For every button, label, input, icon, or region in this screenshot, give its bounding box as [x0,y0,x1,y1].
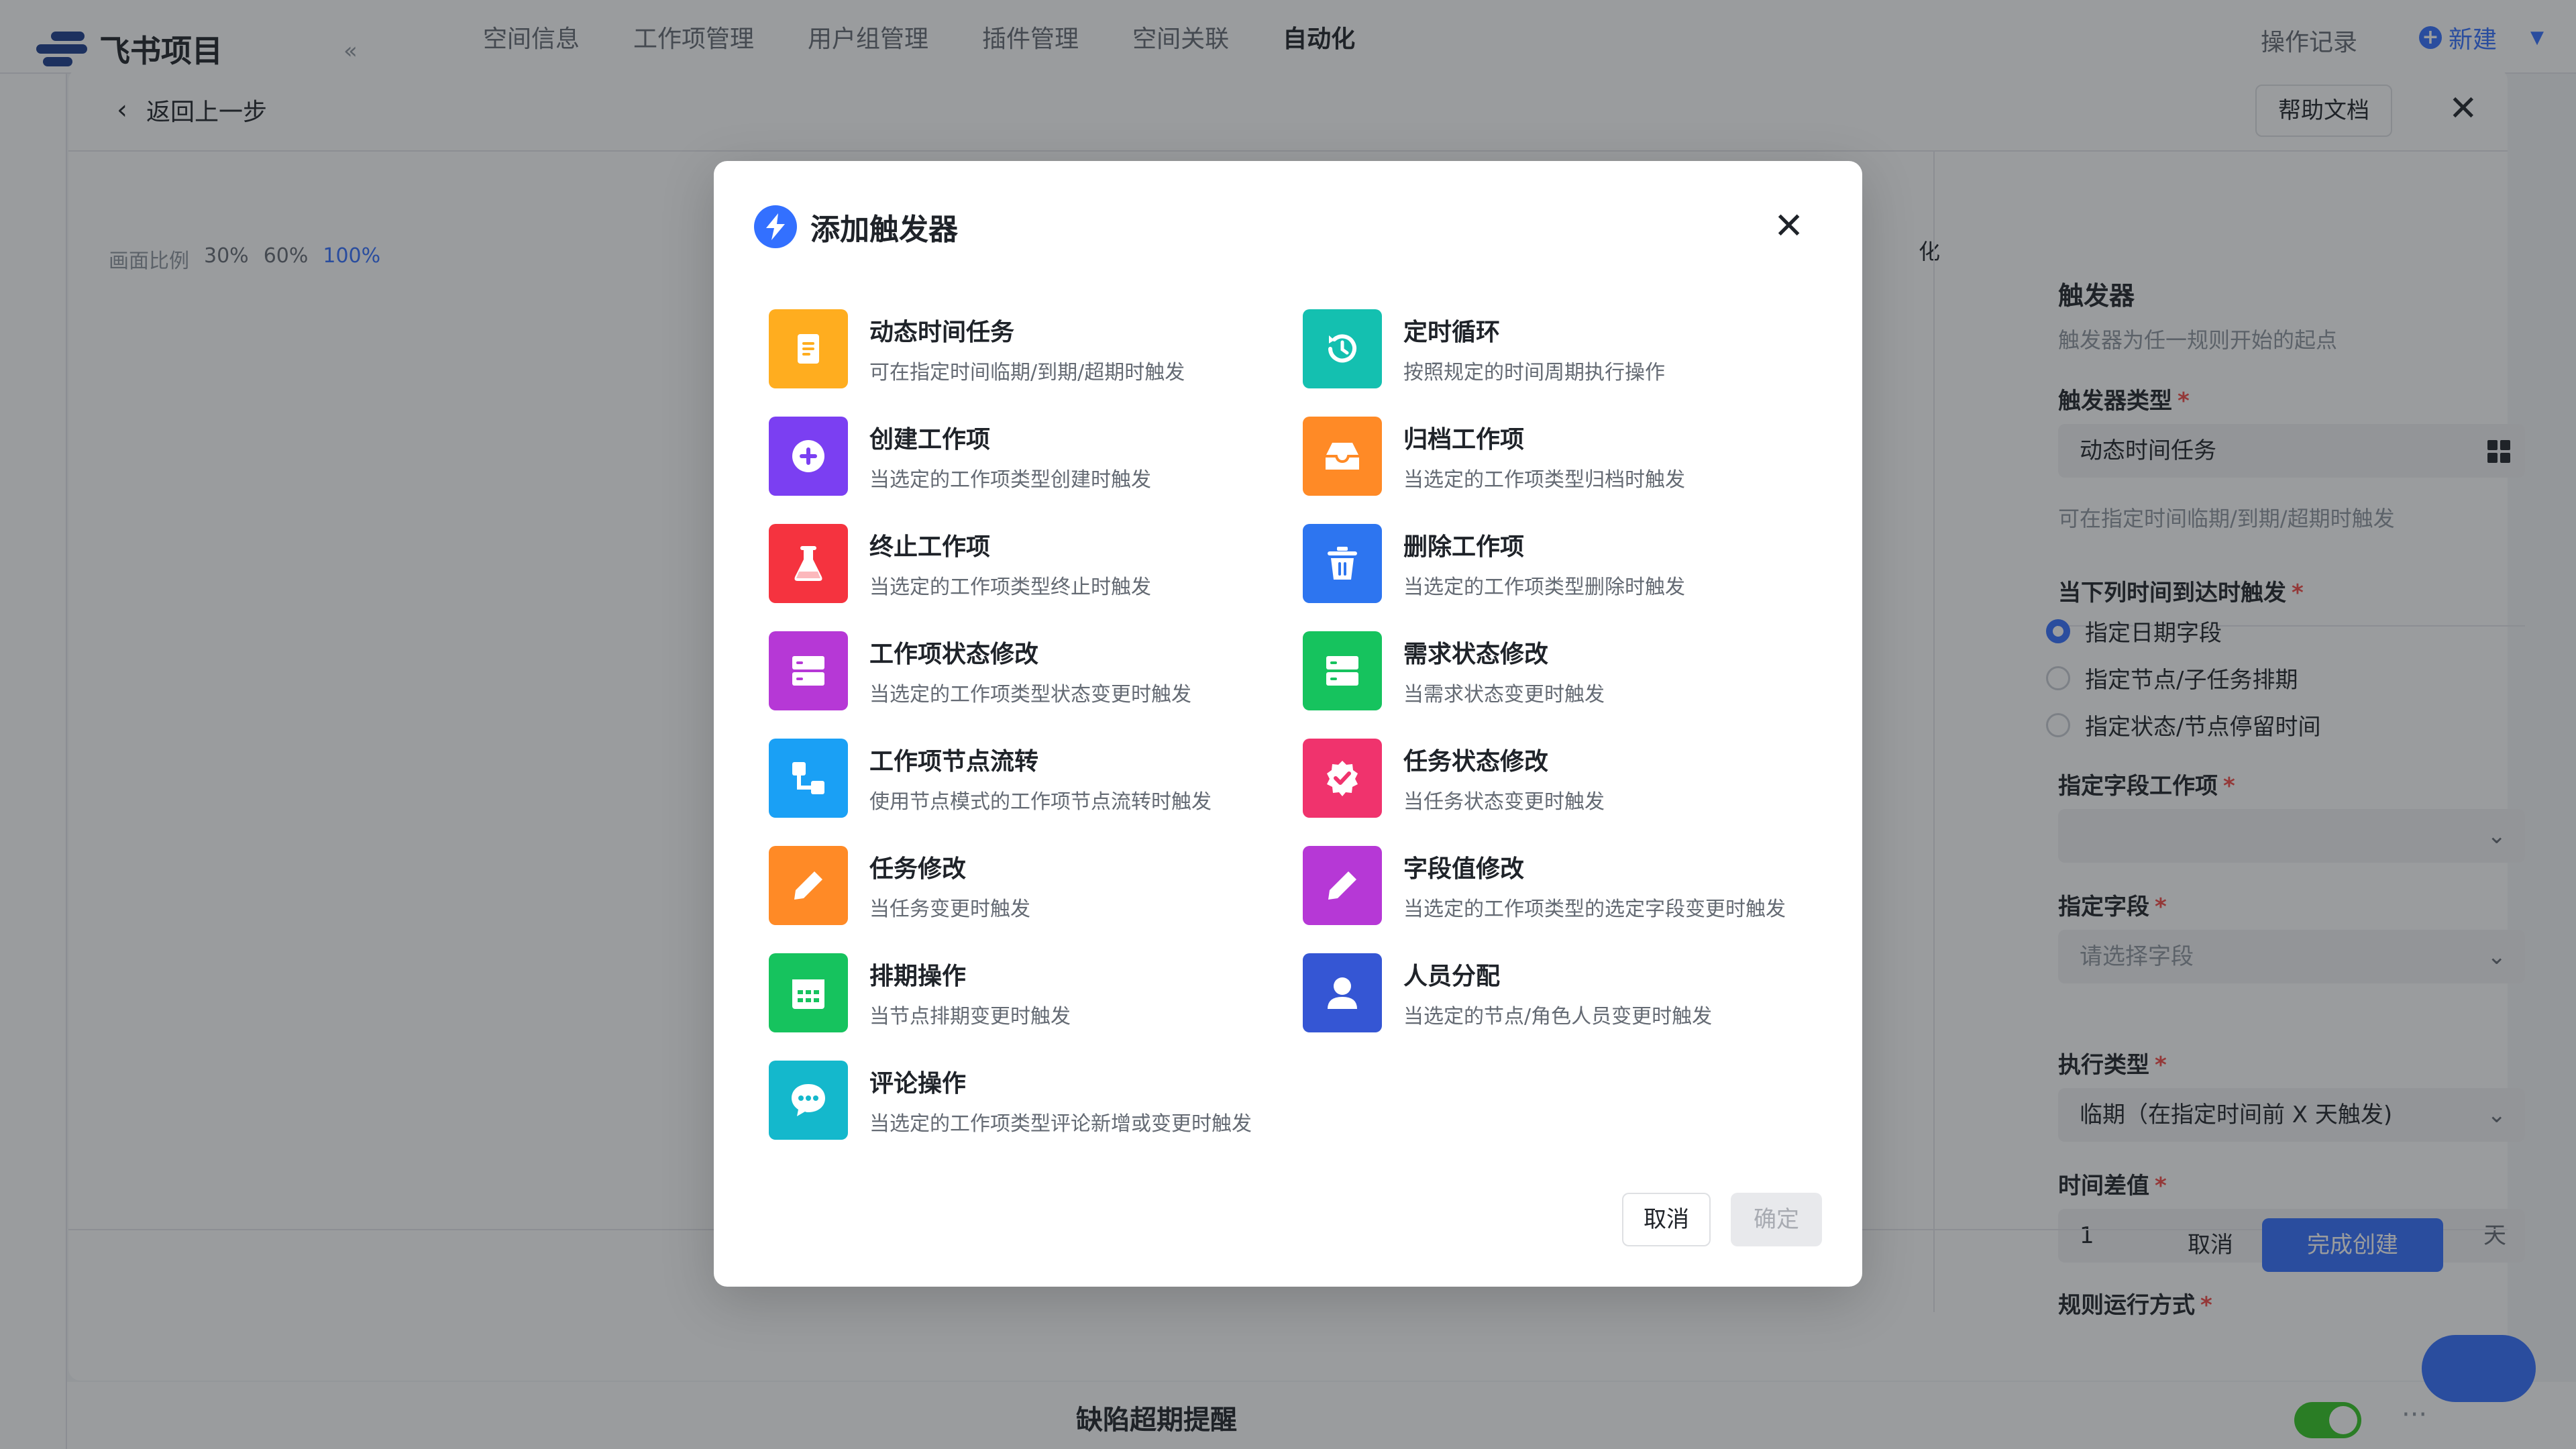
lightning-icon [754,205,797,248]
trigger-name: 排期操作 [869,963,967,990]
server-icon [769,631,848,710]
plus-circle-icon [769,417,848,496]
trigger-task-modify[interactable]: 任务修改当任务变更时触发 [769,845,1292,926]
trigger-schedule-op[interactable]: 排期操作当节点排期变更时触发 [769,953,1292,1033]
trigger-desc: 当需求状态变更时触发 [1403,683,1605,706]
trigger-desc: 当节点排期变更时触发 [869,1005,1071,1028]
trigger-desc: 当选定的工作项类型归档时触发 [1403,468,1685,492]
pencil-icon [1303,846,1382,925]
trigger-name: 评论操作 [869,1070,967,1097]
close-icon[interactable]: ✕ [1774,208,1804,244]
trigger-desc: 当选定的工作项类型删除时触发 [1403,576,1685,599]
trigger-name: 人员分配 [1403,963,1501,990]
trigger-name: 归档工作项 [1403,426,1525,453]
trigger-desc: 可在指定时间临期/到期/超期时触发 [869,361,1185,384]
dialog-title-text: 添加触发器 [810,213,958,247]
trigger-desc: 当任务状态变更时触发 [1403,790,1605,814]
server-icon [1303,631,1382,710]
trigger-desc: 使用节点模式的工作项节点流转时触发 [869,790,1212,814]
pencil-icon [769,846,848,925]
trigger-name: 工作项状态修改 [869,641,1039,668]
trigger-desc: 当选定的工作项类型状态变更时触发 [869,683,1191,706]
inbox-icon [1303,417,1382,496]
person-icon [1303,953,1382,1032]
calendar-icon [769,953,848,1032]
trigger-requirement-status-change[interactable]: 需求状态修改当需求状态变更时触发 [1303,631,1826,711]
trigger-person-assign[interactable]: 人员分配当选定的节点/角色人员变更时触发 [1303,953,1826,1033]
trigger-name: 任务状态修改 [1403,748,1549,775]
trigger-desc: 当选定的节点/角色人员变更时触发 [1403,1005,1713,1028]
trigger-name: 定时循环 [1403,319,1501,346]
trigger-task-status-change[interactable]: 任务状态修改当任务状态变更时触发 [1303,738,1826,818]
trigger-name: 任务修改 [869,855,967,883]
flow-icon [769,739,848,818]
flask-icon [769,524,848,603]
trash-icon [1303,524,1382,603]
trigger-desc: 当选定的工作项类型终止时触发 [869,576,1151,599]
trigger-node-flow[interactable]: 工作项节点流转使用节点模式的工作项节点流转时触发 [769,738,1292,818]
trigger-desc: 按照规定的时间周期执行操作 [1403,361,1665,384]
dialog-title: 添加触发器 [754,205,958,248]
trigger-name: 删除工作项 [1403,533,1525,561]
trigger-name: 动态时间任务 [869,319,1015,346]
dialog-cancel-button[interactable]: 取消 [1622,1193,1711,1246]
document-icon [769,309,848,388]
trigger-desc: 当选定的工作项类型评论新增或变更时触发 [869,1112,1252,1136]
trigger-create-item[interactable]: 创建工作项当选定的工作项类型创建时触发 [769,416,1292,496]
trigger-name: 工作项节点流转 [869,748,1039,775]
chat-icon [769,1061,848,1140]
trigger-name: 需求状态修改 [1403,641,1549,668]
trigger-archive-item[interactable]: 归档工作项当选定的工作项类型归档时触发 [1303,416,1826,496]
trigger-item-status-change[interactable]: 工作项状态修改当选定的工作项类型状态变更时触发 [769,631,1292,711]
trigger-scheduled-loop[interactable]: 定时循环按照规定的时间周期执行操作 [1303,309,1826,389]
trigger-desc: 当任务变更时触发 [869,898,1030,921]
trigger-name: 创建工作项 [869,426,991,453]
trigger-field-value-modify[interactable]: 字段值修改当选定的工作项类型的选定字段变更时触发 [1303,845,1826,926]
trigger-desc: 当选定的工作项类型的选定字段变更时触发 [1403,898,1786,921]
trigger-comment-op[interactable]: 评论操作当选定的工作项类型评论新增或变更时触发 [769,1060,1292,1140]
trigger-name: 字段值修改 [1403,855,1525,883]
add-trigger-dialog: 添加触发器 ✕ 动态时间任务可在指定时间临期/到期/超期时触发 定时循环按照规定… [714,161,1862,1287]
badge-check-icon [1303,739,1382,818]
trigger-dynamic-time[interactable]: 动态时间任务可在指定时间临期/到期/超期时触发 [769,309,1292,389]
history-icon [1303,309,1382,388]
trigger-terminate-item[interactable]: 终止工作项当选定的工作项类型终止时触发 [769,523,1292,604]
trigger-name: 终止工作项 [869,533,991,561]
trigger-desc: 当选定的工作项类型创建时触发 [869,468,1151,492]
trigger-delete-item[interactable]: 删除工作项当选定的工作项类型删除时触发 [1303,523,1826,604]
dialog-confirm-button[interactable]: 确定 [1731,1193,1822,1246]
